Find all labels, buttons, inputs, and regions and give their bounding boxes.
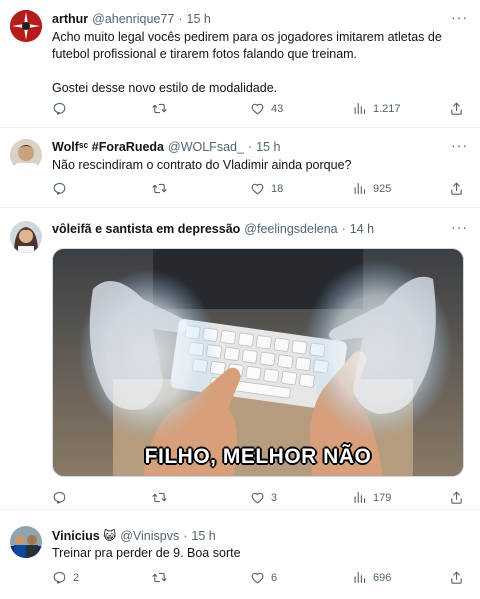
tweet-voleifa[interactable]: vôleifã e santista em depressão @feeling… xyxy=(0,208,480,510)
views-chart-icon xyxy=(352,101,367,116)
retweet-button[interactable] xyxy=(152,181,173,196)
separator-dot: · xyxy=(178,12,183,26)
retweet-button[interactable] xyxy=(152,101,173,116)
reply-button[interactable] xyxy=(52,181,73,196)
heart-icon xyxy=(250,101,265,116)
avatar[interactable] xyxy=(10,526,42,558)
views-chart-icon xyxy=(352,181,367,196)
tweet-text: Treinar pra perder de 9. Boa sorte xyxy=(52,545,467,562)
avatar[interactable] xyxy=(10,221,42,253)
meme-image xyxy=(53,249,463,476)
like-button[interactable]: 18 xyxy=(250,181,283,196)
reply-count: 2 xyxy=(73,571,80,584)
reply-button[interactable] xyxy=(52,490,73,505)
like-count: 6 xyxy=(271,571,278,584)
avatar[interactable] xyxy=(10,139,42,171)
tweet-actions: 43 1.217 xyxy=(52,101,466,119)
author-handle[interactable]: @WOLFsad_ xyxy=(168,140,244,154)
tweet-text: Não rescindiram o contrato do Vladimir a… xyxy=(52,157,467,174)
meme-caption: FILHO, MELHOR NÃO xyxy=(144,445,372,468)
like-count: 3 xyxy=(271,491,278,504)
tweet-time[interactable]: 15 h xyxy=(191,529,215,543)
separator-dot: · xyxy=(247,140,253,154)
tweet-media[interactable]: FILHO, MELHOR NÃO xyxy=(52,248,464,477)
retweet-button[interactable] xyxy=(152,490,173,505)
retweet-button[interactable] xyxy=(152,570,173,585)
more-icon[interactable]: ··· xyxy=(451,9,468,25)
views-button[interactable]: 179 xyxy=(352,490,391,505)
tweet-vinicius[interactable]: Vinicius 😺 @Vinispvs · 15 h Treinar pra … xyxy=(0,510,480,599)
heart-icon xyxy=(250,181,265,196)
separator-dot: · xyxy=(341,222,346,236)
more-icon[interactable]: ··· xyxy=(451,137,468,153)
tweet-actions: 3 179 xyxy=(52,490,466,508)
more-icon[interactable]: ··· xyxy=(451,219,468,235)
tweet-header: Vinicius 😺 @Vinispvs · 15 h xyxy=(52,528,216,544)
tweet-time[interactable]: 15 h xyxy=(256,140,280,154)
tweet-actions: 18 925 xyxy=(52,181,466,199)
avatar-image xyxy=(10,526,42,558)
retweet-icon xyxy=(152,101,167,116)
reply-button[interactable] xyxy=(52,101,73,116)
author-handle[interactable]: @ahenrique77 xyxy=(92,12,174,26)
reply-icon xyxy=(52,181,67,196)
heart-icon xyxy=(250,490,265,505)
like-count: 18 xyxy=(271,182,284,195)
share-button[interactable] xyxy=(449,490,464,505)
tweet-text: Acho muito legal vocês pedirem para os j… xyxy=(52,29,467,97)
author-name[interactable]: Vinicius 😺 xyxy=(52,528,116,543)
tweet-paragraph: Acho muito legal vocês pedirem para os j… xyxy=(52,30,442,61)
share-button[interactable] xyxy=(449,181,464,196)
tweet-time[interactable]: 14 h xyxy=(350,222,374,236)
heart-icon xyxy=(250,570,265,585)
views-count: 925 xyxy=(373,182,392,195)
like-button[interactable]: 6 xyxy=(250,570,277,585)
tweet-header: vôleifã e santista em depressão @feeling… xyxy=(52,222,374,236)
reply-icon xyxy=(52,490,67,505)
tweet-paragraph: Gostei desse novo estilo de modalidade. xyxy=(52,81,278,95)
views-count: 179 xyxy=(373,491,392,504)
reply-button[interactable]: 2 xyxy=(52,570,79,585)
views-button[interactable]: 925 xyxy=(352,181,391,196)
share-button[interactable] xyxy=(449,101,464,116)
views-button[interactable]: 1.217 xyxy=(352,101,401,116)
retweet-icon xyxy=(152,570,167,585)
avatar-image xyxy=(10,10,42,42)
tweet-header: arthur @ahenrique77 · 15 h xyxy=(52,12,211,26)
share-button[interactable] xyxy=(449,570,464,585)
avatar-image xyxy=(10,221,42,253)
separator-dot: · xyxy=(183,528,188,543)
share-icon xyxy=(449,570,464,585)
tweet-time[interactable]: 15 h xyxy=(187,12,211,26)
retweet-icon xyxy=(152,490,167,505)
share-icon xyxy=(449,490,464,505)
tweet-actions: 2 6 696 xyxy=(52,570,466,588)
tweet-header: Wolfˢᶜ #ForaRueda @WOLFsad_ · 15 h xyxy=(52,140,280,154)
reply-icon xyxy=(52,570,67,585)
views-chart-icon xyxy=(352,490,367,505)
avatar-image xyxy=(10,139,42,171)
views-chart-icon xyxy=(352,570,367,585)
author-handle[interactable]: @Vinispvs xyxy=(120,529,179,543)
author-name[interactable]: Wolfˢᶜ #ForaRueda xyxy=(52,140,164,154)
tweet-paragraph: Não rescindiram o contrato do Vladimir a… xyxy=(52,158,352,172)
views-count: 696 xyxy=(373,571,392,584)
author-handle[interactable]: @feelingsdelena xyxy=(244,222,337,236)
share-icon xyxy=(449,181,464,196)
like-button[interactable]: 43 xyxy=(250,101,283,116)
retweet-icon xyxy=(152,181,167,196)
share-icon xyxy=(449,101,464,116)
like-count: 43 xyxy=(271,102,284,115)
tweet-arthur[interactable]: arthur @ahenrique77 · 15 h ··· Acho muit… xyxy=(0,0,480,128)
reply-icon xyxy=(52,101,67,116)
like-button[interactable]: 3 xyxy=(250,490,277,505)
tweet-paragraph: Treinar pra perder de 9. Boa sorte xyxy=(52,546,241,560)
views-button[interactable]: 696 xyxy=(352,570,391,585)
views-count: 1.217 xyxy=(373,102,401,115)
tweet-wolf[interactable]: Wolfˢᶜ #ForaRueda @WOLFsad_ · 15 h ··· N… xyxy=(0,128,480,208)
author-name[interactable]: arthur xyxy=(52,12,88,26)
author-name[interactable]: vôleifã e santista em depressão xyxy=(52,222,240,236)
avatar[interactable] xyxy=(10,10,42,42)
